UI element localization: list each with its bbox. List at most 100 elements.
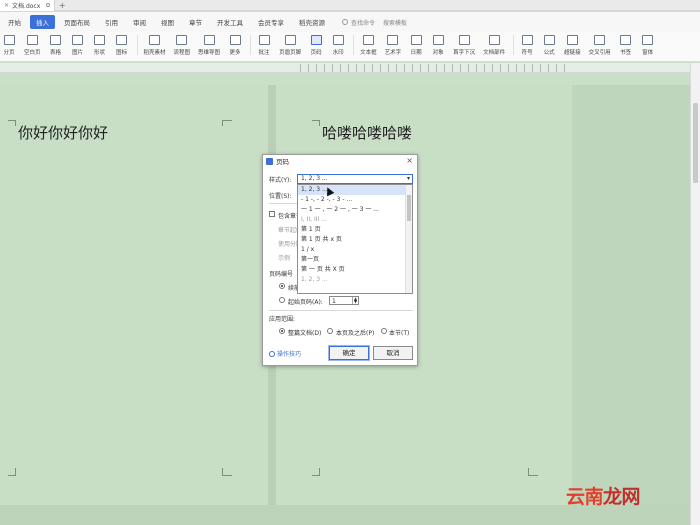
mindmap-icon bbox=[203, 35, 215, 45]
page-number-icon bbox=[310, 35, 322, 45]
form-button[interactable]: 窗体 bbox=[641, 35, 655, 56]
menu-insert[interactable]: 插入 bbox=[30, 15, 55, 29]
scrollbar-thumb[interactable] bbox=[693, 103, 698, 183]
document-page-left[interactable] bbox=[0, 85, 268, 505]
apply-whole-radio[interactable] bbox=[279, 328, 285, 334]
textbox-button[interactable]: 文本框 bbox=[360, 35, 377, 56]
header-footer-icon bbox=[284, 35, 296, 45]
style-option[interactable]: 第 一 页 共 X 页 bbox=[298, 265, 412, 275]
header-footer-button[interactable]: 页眉页脚 bbox=[279, 35, 301, 56]
icon-library-icon bbox=[116, 35, 128, 45]
table-button[interactable]: 表格 bbox=[49, 35, 63, 56]
blank-page-button[interactable]: 空白页 bbox=[24, 35, 41, 56]
style-select-value: 1, 2, 3 ... bbox=[301, 175, 328, 182]
menu-section[interactable]: 章节 bbox=[183, 15, 208, 29]
horizontal-ruler[interactable] bbox=[0, 63, 690, 73]
position-label: 位置(S): bbox=[269, 193, 292, 200]
menu-references[interactable]: 引用 bbox=[99, 15, 124, 29]
dropdown-scrollbar[interactable] bbox=[405, 185, 412, 293]
menu-member[interactable]: 会员专享 bbox=[252, 15, 290, 29]
continue-prev-radio[interactable] bbox=[279, 283, 285, 289]
flowchart-button[interactable]: 流程图 bbox=[174, 35, 190, 56]
menu-view[interactable]: 视图 bbox=[155, 15, 180, 29]
document-tab[interactable]: ✕ 文档.docx bbox=[0, 0, 56, 11]
menu-home[interactable]: 开始 bbox=[2, 15, 27, 29]
more-button[interactable]: 更多 bbox=[228, 35, 242, 56]
docer-material-button[interactable]: 稻壳素材 bbox=[144, 35, 166, 56]
apply-section-radio[interactable] bbox=[381, 328, 387, 334]
right-page-text[interactable]: 哈喽哈喽哈喽 bbox=[322, 122, 412, 143]
menu-review[interactable]: 审阅 bbox=[127, 15, 152, 29]
new-tab-button[interactable]: + bbox=[55, 1, 69, 10]
bookmark-button[interactable]: 书签 bbox=[619, 35, 633, 56]
mindmap-button[interactable]: 思维导图 bbox=[198, 35, 220, 56]
wordart-button[interactable]: 艺术字 bbox=[385, 35, 401, 56]
apply-after-label: 本页及之后(P) bbox=[336, 330, 375, 337]
start-page-stepper[interactable]: 1 ▲ ▼ bbox=[329, 296, 359, 305]
apply-section-label: 本节(T) bbox=[389, 330, 410, 337]
template-search[interactable]: 搜索模板 bbox=[383, 18, 407, 27]
style-option[interactable]: 第 1 页 bbox=[298, 225, 412, 235]
formula-icon bbox=[543, 35, 555, 45]
style-select[interactable]: 1, 2, 3 ... ▾ bbox=[297, 174, 413, 184]
style-dropdown-list: 1, 2, 3 ... - 1 -, - 2 -, - 3 - ... 一 1 … bbox=[297, 184, 413, 294]
menu-page-layout[interactable]: 页面布局 bbox=[58, 15, 96, 29]
symbol-button[interactable]: 符号 bbox=[520, 35, 534, 56]
page-break-button[interactable]: 分页 bbox=[2, 35, 16, 56]
page-number-button[interactable]: 页码 bbox=[309, 35, 323, 56]
comment-button[interactable]: 批注 bbox=[257, 35, 271, 56]
style-option[interactable]: 1 / x bbox=[298, 245, 412, 255]
style-option[interactable]: - 1 -, - 2 -, - 3 - ... bbox=[298, 195, 412, 205]
menu-developer[interactable]: 开发工具 bbox=[211, 15, 249, 29]
dialog-title: 页码 bbox=[276, 158, 289, 166]
date-button[interactable]: 日期 bbox=[409, 35, 423, 56]
include-chapter-checkbox[interactable] bbox=[269, 211, 275, 217]
shape-button[interactable]: 形状 bbox=[93, 35, 107, 56]
formula-button[interactable]: 公式 bbox=[542, 35, 556, 56]
start-at-radio[interactable] bbox=[279, 297, 285, 303]
cross-reference-icon bbox=[594, 35, 606, 45]
comment-icon bbox=[258, 35, 270, 45]
hyperlink-icon bbox=[566, 35, 578, 45]
dialog-title-bar: 页码 bbox=[263, 155, 417, 167]
watermark-part-1: 云南 bbox=[566, 486, 604, 508]
style-option[interactable]: 1, 2, 3 ... bbox=[298, 185, 412, 195]
tips-link[interactable]: 操作技巧 bbox=[269, 349, 301, 358]
close-icon[interactable]: ✕ bbox=[4, 2, 9, 9]
style-option[interactable]: 第一页 bbox=[298, 255, 412, 265]
close-icon[interactable]: × bbox=[406, 156, 413, 165]
style-option[interactable]: I, II, III ... bbox=[298, 215, 412, 225]
object-button[interactable]: 对象 bbox=[431, 35, 445, 56]
hyperlink-button[interactable]: 超链接 bbox=[564, 35, 581, 56]
cross-reference-button[interactable]: 交叉引用 bbox=[589, 35, 611, 56]
drop-cap-button[interactable]: 首字下沉 bbox=[453, 35, 475, 56]
margin-corner-mark bbox=[312, 120, 320, 126]
watermark-button[interactable]: 水印 bbox=[331, 35, 345, 56]
cancel-button[interactable]: 取消 bbox=[373, 346, 413, 360]
apply-label: 应用范围: bbox=[269, 316, 296, 323]
command-search[interactable]: 查找命令 bbox=[342, 18, 375, 27]
margin-corner-mark bbox=[8, 468, 16, 476]
ribbon-menu: 开始 插入 页面布局 引用 审阅 视图 章节 开发工具 会员专享 稻壳资源 查找… bbox=[0, 12, 700, 32]
more-icon bbox=[229, 35, 241, 45]
lightbulb-icon bbox=[269, 350, 275, 357]
ok-button[interactable]: 确定 bbox=[328, 345, 370, 361]
command-search-label: 查找命令 bbox=[351, 19, 376, 27]
document-parts-button[interactable]: 文档部件 bbox=[483, 35, 505, 56]
search-icon bbox=[342, 19, 348, 25]
left-page-text[interactable]: 你好你好你好 bbox=[18, 122, 108, 143]
style-option[interactable]: 第 1 页 共 x 页 bbox=[298, 235, 412, 245]
style-option[interactable]: 一 1 一 , 一 2 一 , 一 3 一 ... bbox=[298, 205, 412, 215]
dropdown-scroll-thumb[interactable] bbox=[407, 195, 411, 221]
margin-corner-mark bbox=[222, 468, 232, 476]
unsaved-indicator-icon bbox=[46, 3, 51, 7]
stepper-arrows-icon[interactable]: ▲ ▼ bbox=[352, 297, 358, 304]
menu-resources[interactable]: 稻壳资源 bbox=[293, 15, 331, 29]
apply-after-radio[interactable] bbox=[327, 328, 333, 334]
material-icon bbox=[149, 35, 161, 45]
style-option[interactable]: 1, 2, 3 ... bbox=[298, 275, 412, 285]
margin-corner-mark bbox=[8, 120, 16, 126]
picture-button[interactable]: 图片 bbox=[71, 35, 85, 56]
icon-button[interactable]: 图标 bbox=[115, 35, 129, 56]
vertical-scrollbar[interactable] bbox=[690, 63, 700, 525]
